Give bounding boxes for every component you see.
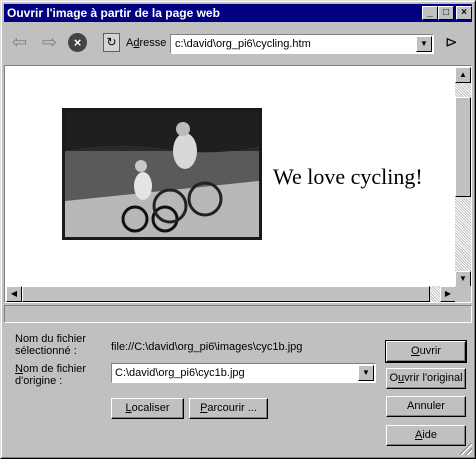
localiser-button[interactable]: Localiser bbox=[111, 398, 184, 419]
address-value: c:\david\org_pi6\cycling.htm bbox=[175, 38, 311, 50]
address-field[interactable]: c:\david\org_pi6\cycling.htm ▼ bbox=[170, 34, 434, 54]
selected-file-value: file://C:\david\org_pi6\images\cyc1b.jpg bbox=[111, 341, 303, 353]
parcourir-button[interactable]: Parcourir ... bbox=[189, 398, 268, 419]
scroll-left-button[interactable]: ◀ bbox=[6, 286, 22, 302]
origin-file-label: Nom de fichier d'origine : bbox=[15, 363, 86, 387]
horizontal-scrollbar[interactable]: ◀ ▶ bbox=[6, 286, 456, 302]
scroll-corner bbox=[455, 286, 471, 302]
forward-arrow-icon[interactable]: ⇨ bbox=[42, 33, 57, 51]
scroll-up-button[interactable]: ▲ bbox=[455, 67, 471, 83]
annuler-button[interactable]: Annuler bbox=[386, 396, 466, 417]
title-bar[interactable]: Ouvrir l'image à partir de la page web _… bbox=[4, 4, 472, 22]
scroll-right-button[interactable]: ▶ bbox=[440, 286, 456, 302]
minimize-button[interactable]: _ bbox=[422, 6, 438, 20]
vertical-scrollbar[interactable]: ▲ ▼ bbox=[455, 67, 471, 287]
origin-dropdown-button[interactable]: ▼ bbox=[358, 365, 374, 381]
back-arrow-icon[interactable]: ⇦ bbox=[12, 33, 27, 51]
ouvrir-original-button[interactable]: Ouvrir l'original bbox=[386, 368, 466, 389]
address-dropdown-button[interactable]: ▼ bbox=[416, 36, 432, 52]
selected-file-label: Nom du fichier sélectionné : bbox=[15, 333, 86, 357]
refresh-icon[interactable]: ↻ bbox=[103, 33, 120, 52]
status-bar bbox=[4, 305, 472, 323]
stop-icon[interactable]: × bbox=[68, 33, 87, 52]
ouvrir-button[interactable]: Ouvrir bbox=[385, 340, 467, 363]
window-title: Ouvrir l'image à partir de la page web bbox=[7, 6, 220, 20]
address-label: Adresse bbox=[126, 37, 167, 49]
go-folder-icon[interactable]: ⊳ bbox=[445, 35, 458, 50]
close-button[interactable]: × bbox=[456, 6, 472, 20]
origin-file-combobox[interactable]: C:\david\org_pi6\cyc1b.jpg ▼ bbox=[111, 363, 376, 383]
cycling-photo[interactable] bbox=[62, 108, 262, 240]
horizontal-scroll-thumb[interactable] bbox=[22, 286, 430, 302]
vertical-scroll-thumb[interactable] bbox=[455, 97, 471, 197]
resize-grip-icon[interactable] bbox=[460, 443, 472, 455]
maximize-button[interactable]: □ bbox=[438, 6, 454, 20]
origin-file-value: C:\david\org_pi6\cyc1b.jpg bbox=[115, 367, 245, 379]
toolbar: ⇦ ⇨ × ↻ Adresse c:\david\org_pi6\cycling… bbox=[4, 23, 472, 65]
dialog-window: Ouvrir l'image à partir de la page web _… bbox=[0, 0, 476, 459]
scroll-down-button[interactable]: ▼ bbox=[455, 271, 471, 287]
page-caption: We love cycling! bbox=[273, 164, 423, 189]
aide-button[interactable]: Aide bbox=[386, 425, 466, 446]
web-page-preview: We love cycling! ▲ ▼ ◀ ▶ bbox=[4, 65, 472, 303]
